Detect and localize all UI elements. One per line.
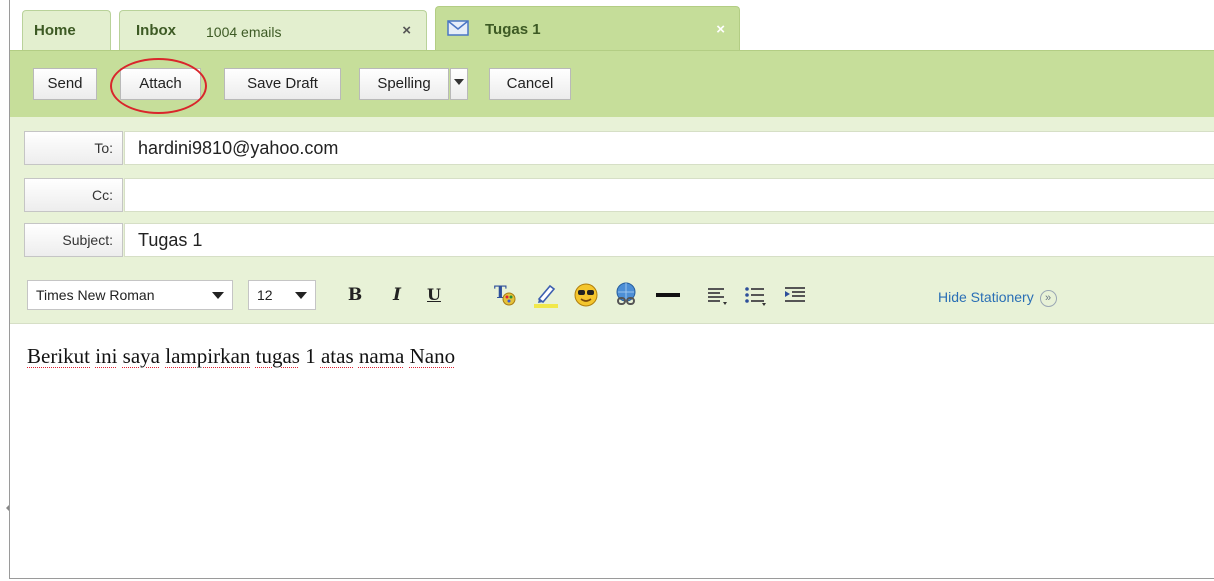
- body-word: Berikut: [27, 344, 90, 368]
- tab-home-label: Home: [34, 22, 76, 39]
- bullet-list-icon[interactable]: [742, 280, 770, 310]
- body-word: tugas: [255, 344, 300, 368]
- send-button[interactable]: Send: [33, 68, 97, 100]
- tab-compose[interactable]: Tugas 1 ×: [435, 6, 740, 50]
- body-word: 1: [305, 344, 316, 368]
- chevron-down-icon: [454, 79, 464, 86]
- tab-inbox-label: Inbox: [136, 22, 176, 39]
- emoticon-icon[interactable]: [572, 280, 600, 310]
- tab-compose-label: Tugas 1: [485, 21, 541, 38]
- tab-inbox[interactable]: Inbox 1004 emails ×: [119, 10, 427, 50]
- body-word: ini: [95, 344, 118, 368]
- subject-button[interactable]: Subject:: [24, 223, 123, 257]
- italic-button[interactable]: I: [383, 280, 411, 310]
- body-word: atas: [320, 344, 354, 368]
- message-body-text: Berikut ini saya lampirkan tugas 1 atas …: [27, 344, 455, 369]
- highlight-icon[interactable]: [532, 280, 560, 310]
- compose-window: Home Inbox 1004 emails × Tugas 1 × Send …: [9, 0, 1214, 579]
- text-color-icon[interactable]: T: [492, 280, 520, 310]
- save-draft-button[interactable]: Save Draft: [224, 68, 341, 100]
- chevron-down-icon: [212, 292, 224, 299]
- message-body-editor[interactable]: Berikut ini saya lampirkan tugas 1 atas …: [10, 323, 1214, 578]
- cc-field[interactable]: [124, 178, 1214, 212]
- horizontal-rule-icon[interactable]: [654, 280, 682, 310]
- tab-home[interactable]: Home: [22, 10, 111, 50]
- to-button[interactable]: To:: [24, 131, 123, 165]
- compose-toolbar: Send Attach Save Draft Spelling Cancel: [10, 50, 1214, 118]
- double-chevron-right-icon: »: [1039, 289, 1057, 307]
- message-header: To: hardini9810@yahoo.com Cc: Subject: T…: [10, 117, 1214, 323]
- close-inbox-tab-icon[interactable]: ×: [402, 22, 411, 39]
- body-word: Nano: [409, 344, 456, 368]
- cancel-button[interactable]: Cancel: [489, 68, 571, 100]
- to-field[interactable]: hardini9810@yahoo.com: [124, 131, 1214, 165]
- cc-button[interactable]: Cc:: [24, 178, 123, 212]
- to-row: To: hardini9810@yahoo.com: [24, 131, 1214, 165]
- spelling-button[interactable]: Spelling: [359, 68, 449, 100]
- align-icon[interactable]: [704, 280, 732, 310]
- subject-row: Subject: Tugas 1: [24, 223, 1214, 257]
- hide-stationery-link[interactable]: Hide Stationery »: [938, 289, 1057, 307]
- body-word: nama: [358, 344, 405, 368]
- cc-row: Cc:: [24, 178, 1214, 212]
- font-family-select[interactable]: Times New Roman: [27, 280, 233, 310]
- format-toolbar: Times New Roman 12 B I U T Hide Statione…: [10, 265, 1214, 323]
- indent-icon[interactable]: [781, 280, 809, 310]
- chevron-down-icon: [295, 292, 307, 299]
- spelling-dropdown-button[interactable]: [450, 68, 468, 100]
- close-compose-tab-icon[interactable]: ×: [716, 21, 725, 38]
- underline-button[interactable]: U: [420, 280, 448, 310]
- inbox-count: 1004 emails: [206, 24, 282, 40]
- font-size-select[interactable]: 12: [248, 280, 316, 310]
- body-word: lampirkan: [165, 344, 251, 368]
- font-size-value: 12: [257, 287, 273, 303]
- envelope-icon: [447, 20, 469, 36]
- font-family-value: Times New Roman: [36, 287, 155, 303]
- subject-field[interactable]: Tugas 1: [124, 223, 1214, 257]
- tab-bar: Home Inbox 1004 emails × Tugas 1 ×: [10, 0, 1214, 50]
- body-word: saya: [122, 344, 160, 368]
- hide-stationery-label: Hide Stationery: [938, 289, 1034, 305]
- frame-edge-marker: [6, 505, 9, 511]
- insert-link-icon[interactable]: [612, 280, 640, 310]
- bold-button[interactable]: B: [341, 280, 369, 310]
- attach-highlight-circle: [110, 58, 207, 114]
